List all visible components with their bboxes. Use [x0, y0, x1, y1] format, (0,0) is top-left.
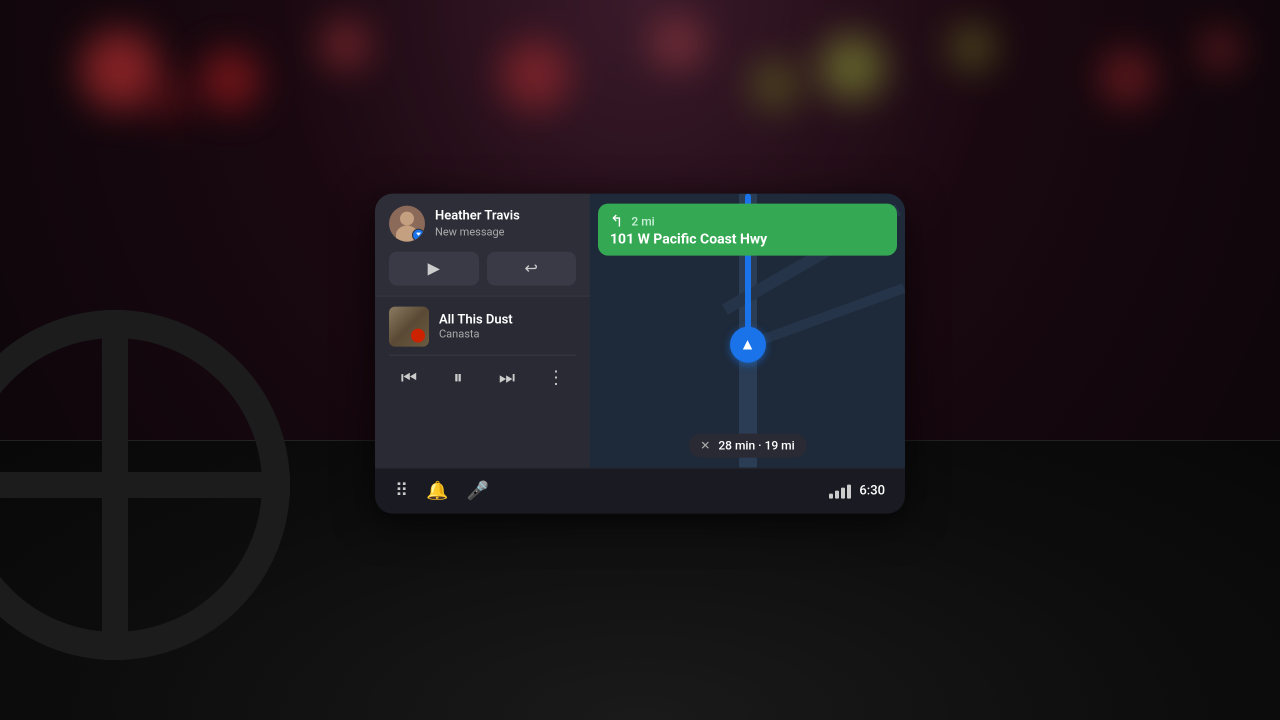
bokeh-light: [950, 25, 995, 70]
main-content: Heather Travis New message ▶ ↩ All This …: [375, 194, 905, 468]
notification-actions: ▶ ↩: [389, 252, 576, 286]
notification-bell-icon[interactable]: 🔔: [426, 481, 448, 502]
notification-text: Heather Travis New message: [435, 209, 576, 239]
map-panel: ▲ ↰ 2 mi 101 W Pacific Coast Hwy ✕ 28 mi…: [590, 194, 905, 468]
turn-top: ↰ 2 mi: [610, 212, 885, 231]
more-button[interactable]: ⋮: [540, 362, 572, 394]
signal-bar-4: [847, 484, 851, 498]
bottom-left-icons: ⠿ 🔔 🎤: [395, 481, 489, 502]
music-header: All This Dust Canasta: [389, 307, 576, 347]
close-icon[interactable]: ✕: [700, 439, 710, 453]
reply-button[interactable]: ↩: [487, 252, 577, 286]
music-card: All This Dust Canasta ⏮ ⏸ ⏭ ⋮: [375, 297, 590, 468]
turn-distance: 2 mi: [631, 214, 654, 228]
android-auto-screen: Heather Travis New message ▶ ↩ All This …: [375, 194, 905, 514]
eta-card: ✕ 28 min · 19 mi: [688, 434, 806, 458]
signal-bar-3: [841, 487, 845, 498]
music-controls: ⏮ ⏸ ⏭ ⋮: [389, 362, 576, 394]
signal-bar-2: [835, 490, 839, 498]
grid-icon[interactable]: ⠿: [395, 481, 408, 502]
message-type: New message: [435, 225, 576, 238]
message-badge: [412, 229, 425, 242]
bokeh-light: [1100, 50, 1155, 105]
signal-bars: [829, 484, 851, 498]
street-name: 101 W Pacific Coast Hwy: [610, 232, 885, 248]
bokeh-light: [820, 35, 885, 100]
bokeh-light: [200, 50, 260, 110]
bokeh-light: [650, 15, 705, 70]
turn-direction-icon: ↰: [610, 212, 623, 231]
avatar: [389, 206, 425, 242]
eta-minutes: 28 min: [718, 439, 755, 453]
song-title: All This Dust: [439, 312, 576, 328]
music-divider: [389, 355, 576, 356]
contact-name: Heather Travis: [435, 209, 576, 225]
bokeh-light: [80, 30, 160, 110]
notification-card: Heather Travis New message ▶ ↩: [375, 194, 590, 297]
music-info: All This Dust Canasta: [439, 312, 576, 341]
navigation-arrow: ▲: [730, 326, 766, 362]
signal-bar-1: [829, 493, 833, 498]
album-art: [389, 307, 429, 347]
left-panel: Heather Travis New message ▶ ↩ All This …: [375, 194, 590, 468]
turn-card: ↰ 2 mi 101 W Pacific Coast Hwy: [598, 204, 897, 256]
bokeh-light: [150, 80, 190, 120]
bottom-bar: ⠿ 🔔 🎤 6:30: [375, 468, 905, 514]
eta-distance: 19 mi: [765, 439, 795, 453]
bokeh-light: [1200, 30, 1240, 70]
bokeh-light: [750, 60, 800, 110]
clock: 6:30: [859, 484, 885, 499]
eta-info: 28 min · 19 mi: [718, 439, 794, 453]
artist-name: Canasta: [439, 328, 576, 341]
microphone-icon[interactable]: 🎤: [467, 481, 489, 502]
bokeh-light: [500, 40, 570, 110]
pause-button[interactable]: ⏸: [442, 362, 474, 394]
next-button[interactable]: ⏭: [491, 362, 523, 394]
play-button[interactable]: ▶: [389, 252, 479, 286]
prev-button[interactable]: ⏮: [393, 362, 425, 394]
bokeh-light: [320, 20, 370, 70]
notification-header: Heather Travis New message: [389, 206, 576, 242]
bottom-right-info: 6:30: [829, 484, 885, 499]
